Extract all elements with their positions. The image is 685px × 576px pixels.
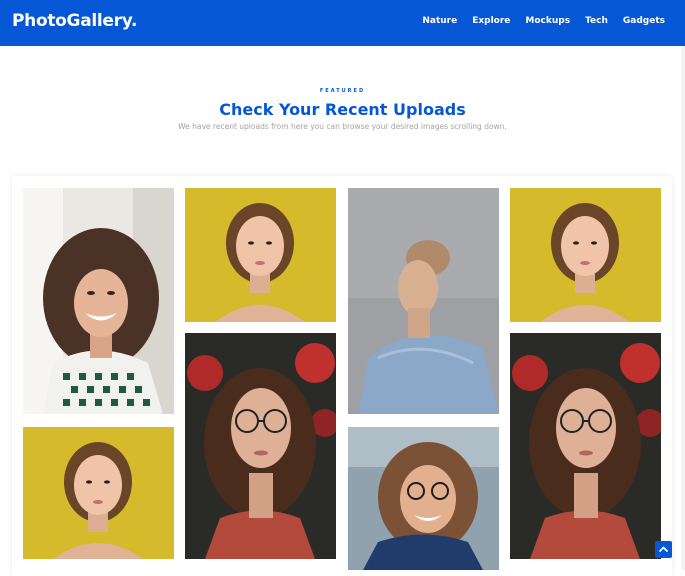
section-title: Check Your Recent Uploads [219, 100, 466, 119]
nav-item-explore[interactable]: Explore [472, 16, 510, 26]
brand-logo[interactable]: PhotoGallery. [12, 11, 137, 31]
section-subtitle: We have recent uploads from here you can… [178, 122, 507, 131]
featured-label: FEATURED [319, 88, 366, 94]
nav-links: Nature Explore Mockups Tech Gadgets [422, 16, 665, 26]
gallery-photo-woman-yellow-bg-1[interactable] [23, 427, 174, 559]
scroll-to-top-button[interactable] [655, 541, 672, 558]
gallery-photo-woman-glasses-smiling[interactable] [348, 427, 499, 570]
nav-item-tech[interactable]: Tech [585, 16, 608, 26]
gallery-photo-woman-glasses-red-flowers-2[interactable] [510, 333, 661, 559]
nav-item-nature[interactable]: Nature [422, 16, 457, 26]
navbar: PhotoGallery. Nature Explore Mockups Tec… [0, 0, 685, 46]
gallery-photo-woman-yellow-bg-2[interactable] [185, 188, 336, 322]
nav-item-mockups[interactable]: Mockups [525, 16, 570, 26]
gallery-photo-woman-yellow-bg-3[interactable] [510, 188, 661, 322]
gallery-photo-woman-denim-jacket[interactable] [348, 188, 499, 414]
nav-item-gadgets[interactable]: Gadgets [623, 16, 665, 26]
gallery-photo-woman-glasses-red-flowers-1[interactable] [185, 333, 336, 559]
chevron-up-icon [659, 546, 668, 552]
gallery-photo-smiling-woman-pattern-shirt[interactable] [23, 188, 174, 414]
